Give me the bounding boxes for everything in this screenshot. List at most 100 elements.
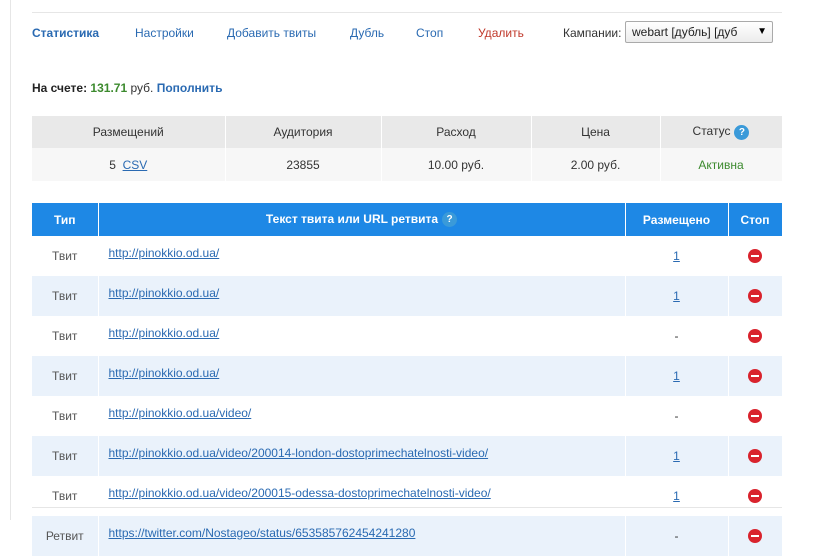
tweet-type: Твит bbox=[32, 276, 99, 316]
tweets-header-text: Текст твита или URL ретвита? bbox=[98, 203, 626, 236]
tweets-table: Тип Текст твита или URL ретвита? Размеще… bbox=[32, 203, 783, 556]
tweet-text-cell: http://pinokkio.od.ua/ bbox=[98, 316, 626, 356]
tweet-type: Твит bbox=[32, 396, 99, 436]
tweets-header-type: Тип bbox=[32, 203, 99, 236]
nav-stop[interactable]: Стоп bbox=[416, 26, 443, 40]
placed-count-link[interactable]: 1 bbox=[673, 249, 680, 263]
tweet-placed-value: - bbox=[625, 516, 729, 556]
tweet-type: Твит bbox=[32, 236, 99, 276]
tweet-placed-cell: 1 bbox=[625, 436, 729, 476]
tweet-stop-cell bbox=[728, 516, 783, 556]
tweet-placed-cell: 1 bbox=[625, 476, 729, 516]
nav-delete[interactable]: Удалить bbox=[478, 26, 524, 40]
stats-audience-value: 23855 bbox=[225, 148, 382, 181]
tweets-header-placed: Размещено bbox=[625, 203, 729, 236]
stop-icon[interactable] bbox=[748, 529, 762, 544]
tweet-stop-cell bbox=[728, 396, 783, 436]
table-row: Твит http://pinokkio.od.ua/ - bbox=[32, 316, 783, 356]
tweet-stop-cell bbox=[728, 356, 783, 396]
tweet-type: Твит bbox=[32, 436, 99, 476]
tweet-text-cell: http://pinokkio.od.ua/video/200014-londo… bbox=[98, 436, 626, 476]
campaign-select-value: webart [дубль] [дуб bbox=[632, 25, 738, 39]
tweet-placed-value: - bbox=[625, 396, 729, 436]
stop-icon[interactable] bbox=[748, 249, 762, 264]
tweet-placed-cell: 1 bbox=[625, 236, 729, 276]
table-row: Твит http://pinokkio.od.ua/video/200014-… bbox=[32, 436, 783, 476]
table-row: Ретвит https://twitter.com/Nostageo/stat… bbox=[32, 516, 783, 556]
placed-count-link[interactable]: 1 bbox=[673, 449, 680, 463]
tweet-placed-value: - bbox=[625, 316, 729, 356]
stats-header-audience: Аудитория bbox=[225, 116, 382, 148]
placed-count-link[interactable]: 1 bbox=[673, 489, 680, 503]
nav-add-tweets[interactable]: Добавить твиты bbox=[227, 26, 316, 40]
tweet-url-link[interactable]: http://pinokkio.od.ua/ bbox=[109, 286, 220, 300]
balance-label: На счете: bbox=[32, 81, 88, 95]
tweets-header-row: Тип Текст твита или URL ретвита? Размеще… bbox=[32, 203, 783, 236]
dropdown-arrow-icon: ▼ bbox=[757, 26, 767, 37]
bottom-divider bbox=[32, 507, 782, 508]
stats-placements-cell: 5 CSV bbox=[32, 148, 226, 181]
top-divider bbox=[32, 12, 782, 13]
placed-count-link[interactable]: 1 bbox=[673, 289, 680, 303]
tweet-placed-cell: 1 bbox=[625, 356, 729, 396]
campaign-label: Кампании: bbox=[563, 26, 622, 40]
tweet-url-link[interactable]: http://pinokkio.od.ua/video/ bbox=[109, 406, 252, 420]
tweet-stop-cell bbox=[728, 436, 783, 476]
help-icon[interactable]: ? bbox=[734, 124, 750, 140]
tweet-type: Твит bbox=[32, 356, 99, 396]
tweet-type: Твит bbox=[32, 476, 99, 516]
placed-count-link[interactable]: 1 bbox=[673, 369, 680, 383]
status-badge: Активна bbox=[660, 148, 783, 181]
tweet-type: Твит bbox=[32, 316, 99, 356]
help-icon[interactable]: ? bbox=[442, 212, 458, 228]
tweet-url-link[interactable]: http://pinokkio.od.ua/ bbox=[109, 246, 220, 260]
stats-price-value: 2.00 руб. bbox=[531, 148, 661, 181]
tweet-stop-cell bbox=[728, 236, 783, 276]
stop-icon[interactable] bbox=[748, 449, 762, 464]
table-row: Твит http://pinokkio.od.ua/video/ - bbox=[32, 396, 783, 436]
tweet-stop-cell bbox=[728, 276, 783, 316]
stats-header-status-label: Статус bbox=[692, 124, 731, 139]
tweet-text-cell: http://pinokkio.od.ua/video/200015-odess… bbox=[98, 476, 626, 516]
stop-icon[interactable] bbox=[748, 369, 762, 384]
stats-placements-value: 5 bbox=[109, 157, 116, 172]
balance-currency: руб. bbox=[130, 81, 154, 95]
nav-duplicate[interactable]: Дубль bbox=[350, 26, 384, 40]
tweet-url-link[interactable]: http://pinokkio.od.ua/video/200015-odess… bbox=[109, 486, 491, 500]
table-row: Твит http://pinokkio.od.ua/video/200015-… bbox=[32, 476, 783, 516]
csv-link[interactable]: CSV bbox=[123, 158, 148, 172]
tweet-text-cell: http://pinokkio.od.ua/ bbox=[98, 276, 626, 316]
tweet-text-cell: http://pinokkio.od.ua/ bbox=[98, 356, 626, 396]
table-row: Твит http://pinokkio.od.ua/ 1 bbox=[32, 356, 783, 396]
stop-icon[interactable] bbox=[748, 409, 762, 424]
left-divider bbox=[10, 0, 11, 520]
tweet-stop-cell bbox=[728, 316, 783, 356]
stats-data-row: 5 CSV 23855 10.00 руб. 2.00 руб. Активна bbox=[32, 148, 783, 181]
nav-statistics[interactable]: Статистика bbox=[32, 26, 99, 40]
stats-expense-value: 10.00 руб. bbox=[381, 148, 532, 181]
nav-settings[interactable]: Настройки bbox=[135, 26, 194, 40]
tweet-url-link[interactable]: http://pinokkio.od.ua/video/200014-londo… bbox=[109, 446, 489, 460]
stats-header-expense: Расход bbox=[381, 116, 532, 148]
stats-header-status: Статус? bbox=[660, 116, 783, 148]
stats-header-placements: Размещений bbox=[32, 116, 226, 148]
tweet-text-cell: http://pinokkio.od.ua/video/ bbox=[98, 396, 626, 436]
tweet-stop-cell bbox=[728, 476, 783, 516]
stats-header-row: Размещений Аудитория Расход Цена Статус? bbox=[32, 116, 783, 148]
stop-icon[interactable] bbox=[748, 489, 762, 504]
tweet-placed-cell: 1 bbox=[625, 276, 729, 316]
topup-link[interactable]: Пополнить bbox=[157, 81, 223, 95]
tweet-url-link[interactable]: http://pinokkio.od.ua/ bbox=[109, 326, 220, 340]
stats-header-price: Цена bbox=[531, 116, 661, 148]
tweet-url-link[interactable]: https://twitter.com/Nostageo/status/6535… bbox=[109, 526, 416, 540]
tweet-url-link[interactable]: http://pinokkio.od.ua/ bbox=[109, 366, 220, 380]
tweets-header-stop: Стоп bbox=[728, 203, 783, 236]
table-row: Твит http://pinokkio.od.ua/ 1 bbox=[32, 236, 783, 276]
tweet-text-cell: https://twitter.com/Nostageo/status/6535… bbox=[98, 516, 626, 556]
stop-icon[interactable] bbox=[748, 289, 762, 304]
campaign-select[interactable]: webart [дубль] [дуб ▼ bbox=[625, 21, 773, 43]
tweet-type: Ретвит bbox=[32, 516, 99, 556]
balance-line: На счете: 131.71 руб. Пополнить bbox=[32, 81, 222, 95]
stats-table: Размещений Аудитория Расход Цена Статус?… bbox=[32, 116, 783, 181]
stop-icon[interactable] bbox=[748, 329, 762, 344]
